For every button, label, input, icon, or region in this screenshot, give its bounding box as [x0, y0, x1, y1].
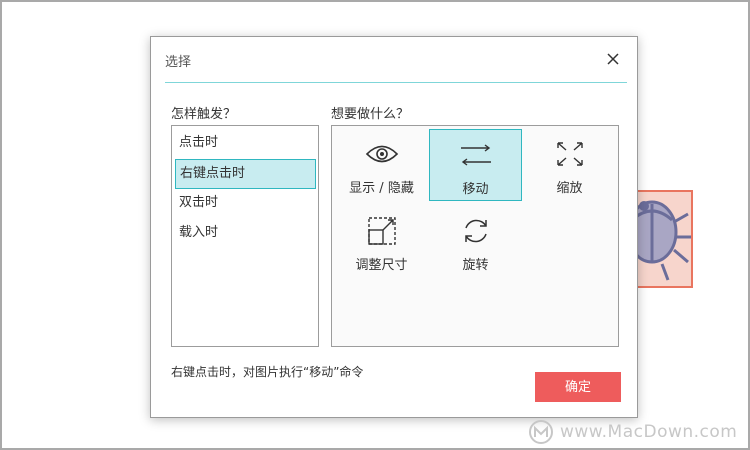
- action-label: 缩放: [556, 181, 583, 196]
- watermark: www.MacDown.com: [528, 418, 737, 446]
- trigger-item-double-click[interactable]: 双击时: [175, 189, 316, 219]
- summary-text: 右键点击时，对图片执行“移动”命令: [171, 365, 364, 379]
- move-arrows-icon: [460, 144, 491, 166]
- scale-icon: [556, 142, 583, 166]
- frame-border-left: [0, 0, 2, 450]
- frame-border-top: [0, 0, 750, 2]
- watermark-text: www.MacDown.com: [560, 422, 738, 442]
- macdown-logo-icon: [529, 420, 553, 444]
- trigger-item-right-click[interactable]: 右键点击时: [175, 159, 316, 189]
- action-panel: 显示 / 隐藏 移动 缩放 调整尺寸 旋转: [331, 125, 619, 347]
- action-rotate[interactable]: 旋转: [429, 206, 522, 278]
- trigger-item-label: 点击时: [179, 135, 219, 150]
- trigger-item-label: 载入时: [179, 225, 219, 240]
- trigger-item-label: 右键点击时: [180, 166, 246, 181]
- trigger-item-click[interactable]: 点击时: [175, 129, 316, 159]
- dialog-title: 选择: [165, 55, 192, 70]
- eye-icon: [365, 145, 398, 163]
- canvas: 选择 怎样触发？ 想要做什么？ 点击时 右键点击时 双击时 载入时 显示 / 隐…: [0, 0, 750, 450]
- trigger-list: 点击时 右键点击时 双击时 载入时: [171, 125, 319, 347]
- resize-icon: [367, 217, 396, 245]
- rotate-icon: [464, 219, 487, 243]
- action-label: 调整尺寸: [355, 258, 408, 273]
- trigger-item-on-load[interactable]: 载入时: [175, 219, 316, 249]
- action-move[interactable]: 移动: [429, 129, 522, 201]
- action-show-hide[interactable]: 显示 / 隐藏: [335, 129, 428, 201]
- action-resize[interactable]: 调整尺寸: [335, 206, 428, 278]
- close-icon: [607, 53, 619, 65]
- action-label: 移动: [462, 182, 489, 197]
- action-heading: 想要做什么？: [331, 107, 410, 122]
- trigger-heading: 怎样触发？: [171, 107, 237, 122]
- title-divider: [165, 82, 627, 83]
- action-label: 显示 / 隐藏: [349, 181, 414, 196]
- action-scale[interactable]: 缩放: [523, 129, 616, 201]
- close-button[interactable]: [605, 51, 621, 67]
- confirm-button[interactable]: 确定: [535, 372, 621, 402]
- trigger-item-label: 双击时: [179, 195, 219, 210]
- select-dialog: 选择 怎样触发？ 想要做什么？ 点击时 右键点击时 双击时 载入时 显示 / 隐…: [150, 36, 638, 418]
- action-label: 旋转: [462, 258, 489, 273]
